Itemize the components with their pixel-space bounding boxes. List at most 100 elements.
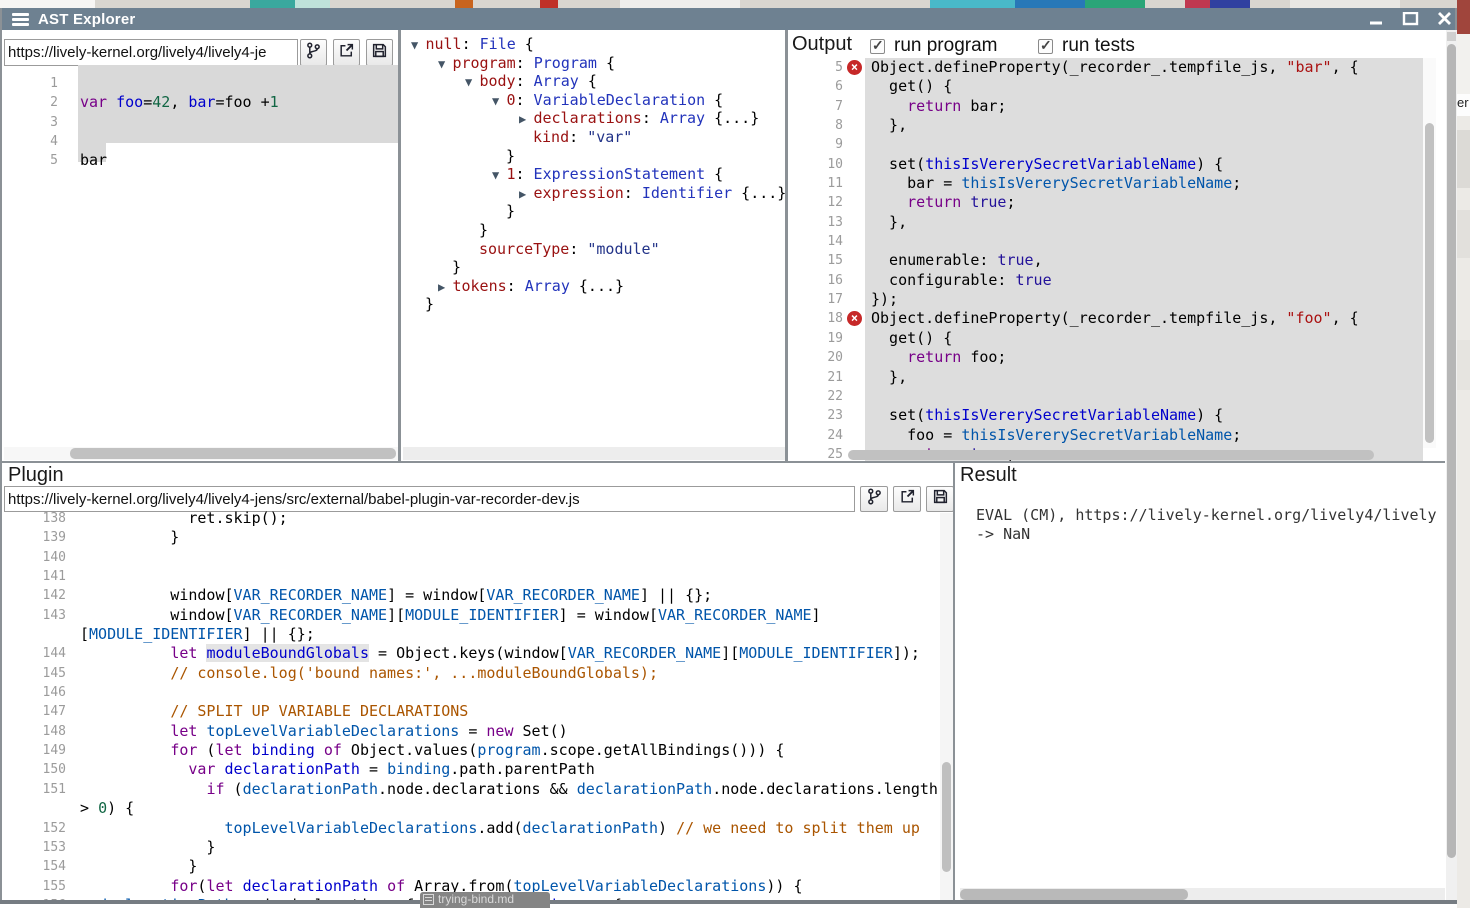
code-token: }	[452, 258, 461, 276]
code-token: thisIsVererySecretVariableName	[961, 426, 1232, 444]
code-token: binding	[252, 741, 315, 759]
result-output: EVAL (CM), https://lively-kernel.org/liv…	[959, 506, 1445, 566]
code-row: 7 return bar;	[789, 97, 1423, 116]
code-row: 4	[4, 132, 399, 151]
background-tab-fragment[interactable]: trying-bind.md	[420, 892, 550, 908]
line-number: 141	[4, 567, 80, 586]
code-token: .node.declarations &&	[378, 780, 577, 798]
error-icon[interactable]: ×	[847, 311, 862, 326]
line-number: 4	[4, 132, 78, 151]
tree-toggle-icon[interactable]: ▼	[492, 94, 506, 108]
code-token: set(	[871, 406, 925, 424]
code-token: true	[1016, 271, 1052, 289]
ast-tree-view[interactable]: ▼ null: File {▼ program: Program {▼ body…	[403, 35, 785, 445]
code-token: ;	[1232, 426, 1241, 444]
source-open-button[interactable]	[333, 39, 360, 66]
code-token: }	[80, 857, 197, 875]
tree-toggle-icon[interactable]: ▶	[519, 187, 533, 201]
code-token: kind	[533, 128, 569, 146]
code-token: of	[387, 877, 405, 895]
output-code-view[interactable]: 5×Object.defineProperty(_recorder_.tempf…	[789, 58, 1423, 462]
pane-divider[interactable]	[398, 30, 401, 462]
line-number: 24	[789, 426, 865, 445]
pane-divider[interactable]	[953, 463, 955, 902]
code-token: // SPLIT UP VARIABLE DECLARATIONS	[170, 702, 468, 720]
code-row: 153 }	[4, 838, 940, 857]
result-hscrollbar-thumb[interactable]	[960, 889, 1188, 900]
maximize-button[interactable]	[1402, 12, 1420, 26]
code-token: )	[658, 819, 676, 837]
horizontal-divider[interactable]	[2, 461, 1445, 463]
code-token: Set()	[514, 722, 568, 740]
code-token: let	[206, 877, 233, 895]
pane-divider[interactable]	[785, 30, 788, 462]
plugin-code-editor[interactable]: 138 ret.skip();139 }140141142 window[VAR…	[4, 509, 940, 900]
line-number: 139	[4, 528, 80, 547]
code-row: > 0) {	[4, 799, 940, 818]
output-hscrollbar-thumb[interactable]	[848, 450, 1374, 460]
code-token: VAR_RECORDER_NAME	[486, 586, 640, 604]
background-window-edge: er	[1457, 0, 1470, 908]
code-token: true	[997, 251, 1033, 269]
code-row: 16 configurable: true	[789, 271, 1423, 290]
window-vscrollbar-button[interactable]	[1447, 32, 1456, 41]
source-save-button[interactable]	[366, 39, 393, 66]
code-token: }	[506, 147, 515, 165]
code-row: ▼ body: Array {	[403, 72, 785, 91]
window-vscrollbar[interactable]	[1446, 30, 1457, 902]
line-number: 6	[789, 77, 865, 96]
line-number: 143	[4, 606, 80, 625]
result-pane-title: Result	[960, 464, 1017, 487]
minimize-button[interactable]	[1368, 12, 1386, 26]
code-row: 140	[4, 548, 940, 567]
source-hscrollbar-thumb[interactable]	[70, 448, 396, 459]
output-vscrollbar-thumb[interactable]	[1425, 123, 1434, 443]
code-token: ) {	[107, 799, 134, 817]
code-token: :	[642, 109, 660, 127]
source-code-editor[interactable]: 12var foo=42, bar=foo +1345bar	[4, 74, 399, 455]
tree-toggle-icon[interactable]: ▼	[465, 75, 479, 89]
code-token: window[	[80, 586, 234, 604]
code-row: ▼ 0: VariableDeclaration {	[403, 91, 785, 110]
code-token: ;	[1006, 193, 1015, 211]
line-number: 150	[4, 760, 80, 779]
code-token: :	[569, 128, 587, 146]
plugin-vscrollbar[interactable]	[940, 513, 953, 902]
close-button[interactable]	[1436, 12, 1454, 26]
code-token: tokens	[452, 277, 506, 295]
source-fork-button[interactable]	[300, 39, 327, 66]
code-row: 20 return foo;	[789, 348, 1423, 367]
hamburger-menu-icon[interactable]	[12, 13, 29, 26]
output-hscrollbar[interactable]	[848, 449, 1423, 461]
tree-toggle-icon[interactable]: ▶	[519, 112, 533, 126]
tree-toggle-icon[interactable]: ▶	[438, 280, 452, 294]
code-token: "var"	[587, 128, 632, 146]
code-token	[243, 741, 252, 759]
code-token: binding	[387, 760, 450, 778]
run-program-checkbox[interactable]	[870, 39, 885, 54]
line-number: 153	[4, 838, 80, 857]
source-url-input[interactable]	[4, 39, 298, 66]
code-row: ▼ program: Program {	[403, 54, 785, 73]
code-token: MODULE_IDENTIFIER	[89, 625, 243, 643]
code-token: return	[907, 193, 961, 211]
code-token: =	[215, 93, 224, 111]
ast-hscrollbar[interactable]	[403, 447, 785, 460]
window-vscrollbar-thumb[interactable]	[1447, 44, 1456, 858]
line-number	[4, 799, 80, 818]
output-vscrollbar[interactable]	[1423, 58, 1436, 448]
plugin-vscrollbar-thumb[interactable]	[942, 762, 951, 872]
run-tests-checkbox[interactable]	[1038, 39, 1053, 54]
code-token: {	[516, 35, 534, 53]
error-icon[interactable]: ×	[847, 60, 862, 75]
code-token: for	[170, 877, 197, 895]
tree-toggle-icon[interactable]: ▼	[411, 38, 425, 52]
tree-toggle-icon[interactable]: ▼	[492, 168, 506, 182]
code-token: configurable:	[871, 271, 1016, 289]
line-number: 142	[4, 586, 80, 605]
source-hscrollbar[interactable]	[4, 447, 398, 460]
tree-toggle-icon[interactable]: ▼	[438, 57, 452, 71]
code-token: ] = window[	[387, 586, 486, 604]
code-token: [	[80, 625, 89, 643]
line-number: 22	[789, 387, 865, 406]
